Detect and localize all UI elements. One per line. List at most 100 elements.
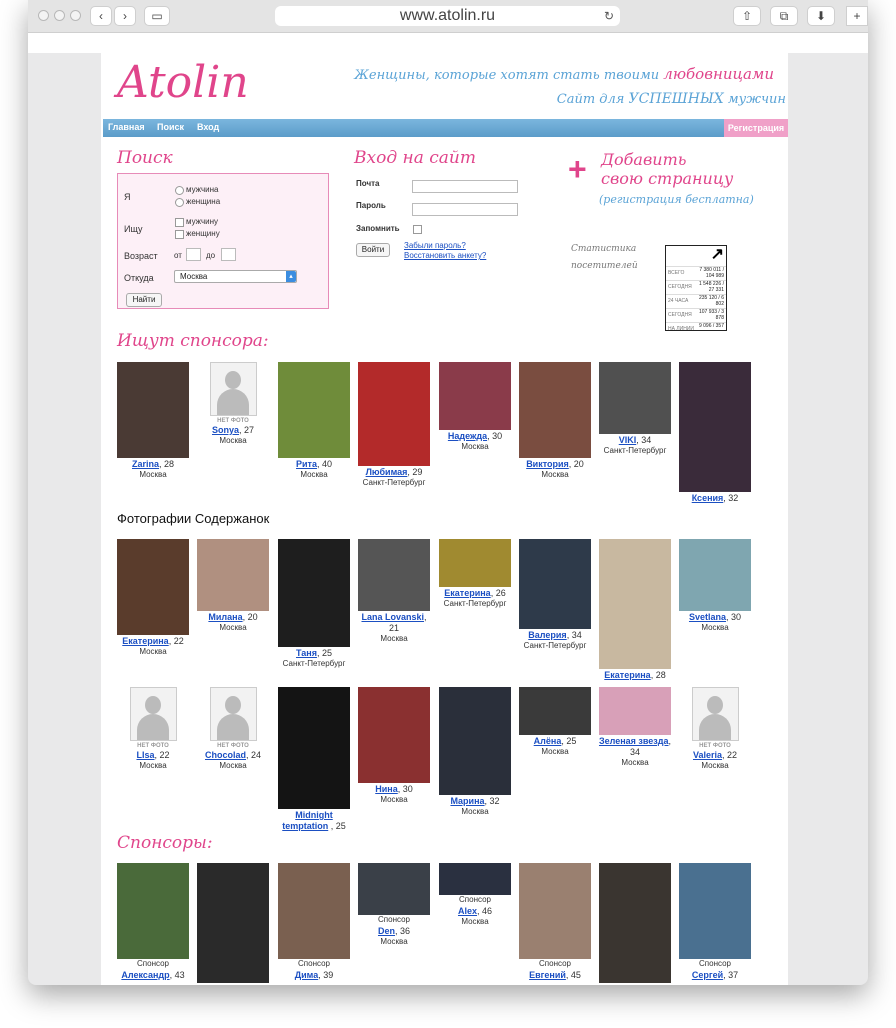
profile-card[interactable]: Спонсор Сергей, 37	[677, 863, 753, 981]
checkbox-seek-female[interactable]	[175, 230, 184, 239]
profile-card[interactable]: НЕТ ФОТО Sonya, 27 Москва	[195, 362, 271, 446]
no-photo-placeholder-icon[interactable]	[129, 687, 177, 741]
profile-photo[interactable]	[519, 687, 591, 735]
profile-card[interactable]: Zarina, 28 Москва	[115, 362, 191, 480]
checkbox-seek-male[interactable]	[175, 218, 184, 227]
login-submit-button[interactable]: Войти	[356, 243, 390, 257]
profile-name-link[interactable]: Екатерина	[122, 636, 168, 646]
profile-photo[interactable]	[197, 863, 269, 983]
profile-card[interactable]: Екатерина, 26 Санкт-Петербург	[437, 539, 513, 609]
email-input[interactable]	[412, 180, 518, 193]
profile-name-link[interactable]: Виктория	[526, 459, 569, 469]
profile-photo[interactable]	[117, 863, 189, 959]
profile-name-link[interactable]: VIKI	[619, 435, 637, 445]
minimize-window-dot[interactable]	[54, 10, 65, 21]
no-photo-placeholder-icon[interactable]	[209, 362, 257, 416]
profile-name-link[interactable]: Нина	[375, 784, 397, 794]
restore-profile-link[interactable]: Восстановить анкету?	[404, 251, 486, 260]
profile-card[interactable]: Надежда, 30 Москва	[437, 362, 513, 452]
profile-photo[interactable]	[519, 539, 591, 629]
nav-home[interactable]: Главная	[108, 122, 145, 132]
profile-card[interactable]: Марина, 32 Москва	[437, 687, 513, 817]
profile-card[interactable]: Любимая, 29 Санкт-Петербург	[356, 362, 432, 488]
profile-card[interactable]: Екатерина, 22 Москва	[115, 539, 191, 657]
visitor-counter[interactable]: ↗ ВСЕГО 7 380 011 / 104 989 СЕГОДНЯ 1 548 …	[665, 245, 727, 332]
profile-card[interactable]: Спонсор Den, 36 Москва	[356, 863, 432, 947]
profile-name-link[interactable]: LIsa	[136, 750, 154, 760]
profile-photo[interactable]	[519, 863, 591, 959]
profile-photo[interactable]	[278, 687, 350, 809]
profile-name-link[interactable]: Lana Lovanski	[361, 612, 424, 622]
register-button[interactable]: Регистрация	[724, 119, 788, 137]
profile-photo[interactable]	[278, 362, 350, 458]
profile-name-link[interactable]: Екатерина	[444, 588, 490, 598]
profile-photo[interactable]	[679, 362, 751, 492]
nav-search[interactable]: Поиск	[157, 122, 184, 132]
profile-name-link[interactable]: Ксения	[692, 493, 724, 503]
age-from-input[interactable]	[186, 248, 201, 261]
profile-photo[interactable]	[439, 362, 511, 430]
profile-photo[interactable]	[599, 362, 671, 434]
profile-photo[interactable]	[358, 687, 430, 783]
profile-card[interactable]: Midnight temptation , 25	[276, 687, 352, 832]
profile-name-link[interactable]: Valeria	[693, 750, 722, 760]
profile-card[interactable]: НЕТ ФОТО Chocolad, 24 Москва	[195, 687, 271, 771]
profile-card[interactable]: Lana Lovanski, 21 Москва	[356, 539, 432, 644]
profile-name-link[interactable]: Alex	[458, 906, 477, 916]
new-tab-button[interactable]: +	[846, 6, 868, 26]
profile-photo[interactable]	[519, 362, 591, 458]
profile-name-link[interactable]: Алёна	[534, 736, 562, 746]
profile-card[interactable]: Зеленая звезда, 34 Москва	[597, 687, 673, 768]
downloads-icon[interactable]: ⬇	[807, 6, 835, 26]
profile-name-link[interactable]: Милана	[208, 612, 242, 622]
profile-name-link[interactable]: Валерия	[528, 630, 566, 640]
city-select[interactable]: Москва ▴	[174, 270, 297, 283]
profile-photo[interactable]	[197, 539, 269, 611]
profile-name-link[interactable]: Александр	[121, 970, 169, 980]
add-icon[interactable]: +	[568, 151, 587, 188]
profile-photo[interactable]	[278, 539, 350, 647]
profile-name-link[interactable]: Chocolad	[205, 750, 246, 760]
profile-card[interactable]: Спонсор Дима, 39	[276, 863, 352, 981]
profile-name-link[interactable]: Таня	[296, 648, 317, 658]
profile-photo[interactable]	[439, 863, 511, 895]
password-input[interactable]	[412, 203, 518, 216]
profile-photo[interactable]	[439, 539, 511, 587]
age-to-input[interactable]	[221, 248, 236, 261]
close-window-dot[interactable]	[38, 10, 49, 21]
profile-card[interactable]: Svetlana, 30 Москва	[677, 539, 753, 633]
profile-card[interactable]	[195, 863, 271, 983]
profile-name-link[interactable]: Дима	[295, 970, 319, 980]
profile-name-link[interactable]: Сергей	[692, 970, 723, 980]
site-logo[interactable]: Atolin	[117, 57, 249, 108]
address-bar[interactable]: www.atolin.ru ↻	[275, 6, 620, 26]
profile-photo[interactable]	[278, 863, 350, 959]
profile-photo[interactable]	[117, 362, 189, 458]
profile-card[interactable]: Екатерина, 28	[597, 539, 673, 681]
add-page-line1[interactable]: Добавить	[601, 151, 686, 169]
profile-photo[interactable]	[599, 687, 671, 735]
profile-name-link[interactable]: Рита	[296, 459, 317, 469]
profile-card[interactable]: Спонсор Евгений, 45	[517, 863, 593, 981]
profile-name-link[interactable]: Зеленая звезда	[599, 736, 669, 746]
profile-name-link[interactable]: Екатерина	[604, 670, 650, 680]
reload-icon[interactable]: ↻	[604, 6, 614, 26]
add-page-line2[interactable]: свою страницу	[601, 170, 733, 188]
profile-name-link[interactable]: Zarina	[132, 459, 159, 469]
search-submit-button[interactable]: Найти	[126, 293, 162, 307]
profile-photo[interactable]	[358, 863, 430, 915]
share-icon[interactable]: ⇧	[733, 6, 761, 26]
profile-name-link[interactable]: Sonya	[212, 425, 239, 435]
back-icon[interactable]: ‹	[90, 6, 112, 26]
no-photo-placeholder-icon[interactable]	[209, 687, 257, 741]
profile-name-link[interactable]: Марина	[450, 796, 484, 806]
profile-name-link[interactable]: Svetlana	[689, 612, 726, 622]
profile-photo[interactable]	[358, 362, 430, 466]
profile-photo[interactable]	[679, 863, 751, 959]
radio-male[interactable]	[175, 186, 184, 195]
profile-card[interactable]	[597, 863, 673, 983]
profile-card[interactable]: Виктория, 20 Москва	[517, 362, 593, 480]
radio-female[interactable]	[175, 198, 184, 207]
profile-card[interactable]: Спонсор Александр, 43	[115, 863, 191, 981]
tabs-overview-icon[interactable]: ⧉	[770, 6, 798, 26]
